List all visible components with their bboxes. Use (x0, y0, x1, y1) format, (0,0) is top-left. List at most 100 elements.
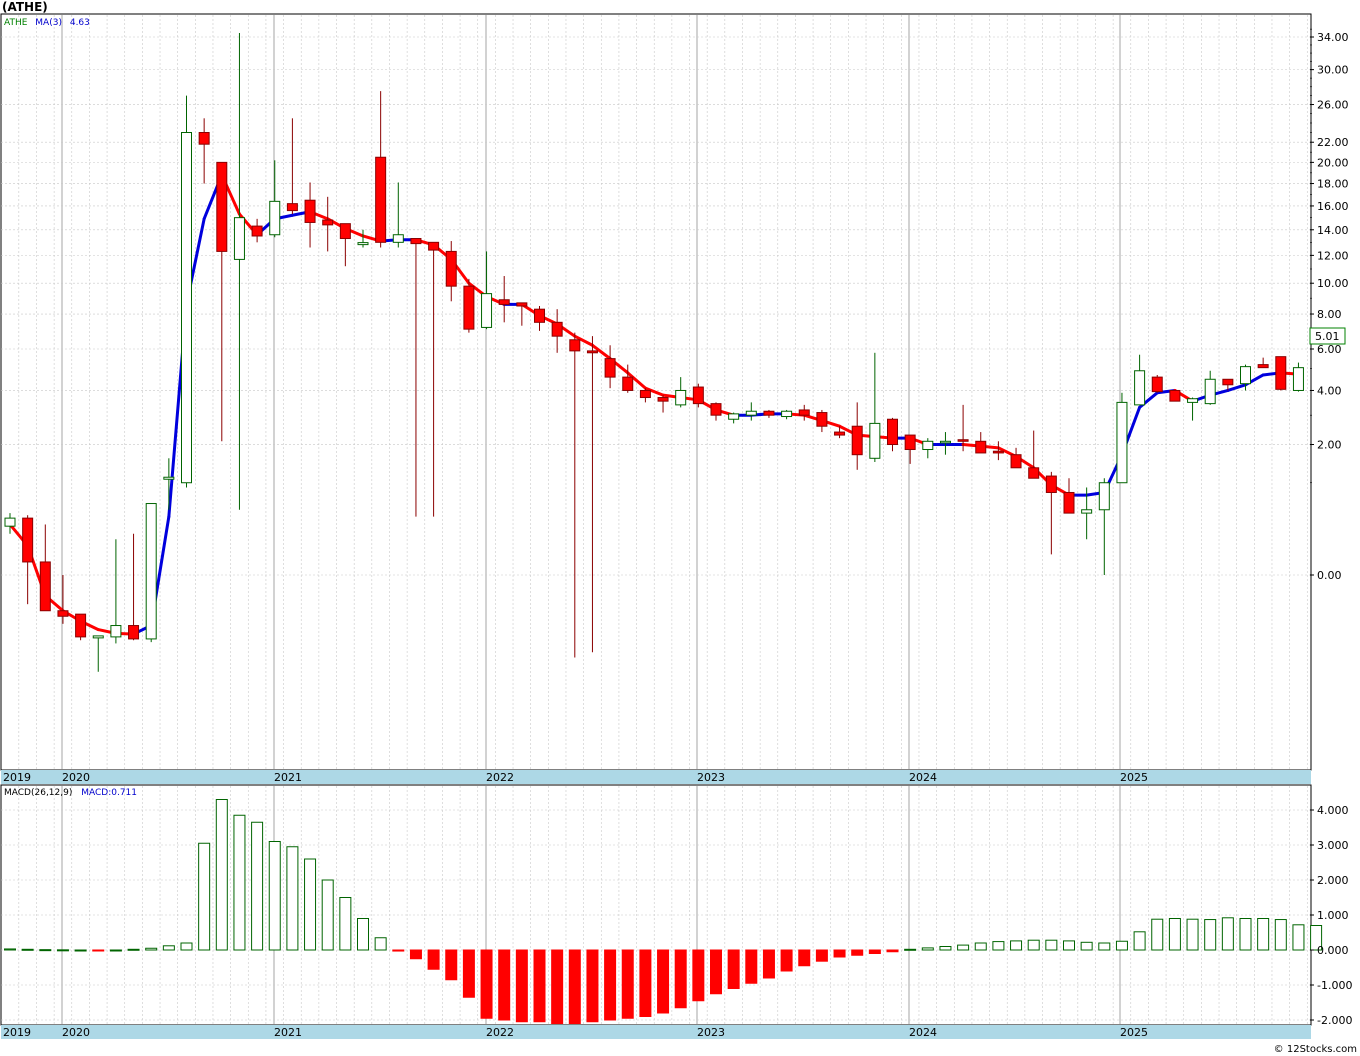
macd-bar (39, 949, 52, 952)
candle-body (816, 412, 828, 427)
macd-bar (427, 949, 440, 970)
candle-body (728, 413, 740, 420)
macd-bar (1010, 940, 1023, 951)
x-tick-label: 2023 (697, 1026, 725, 1039)
macd-bar (1221, 917, 1234, 951)
macd-bar (1186, 918, 1199, 951)
candle-body (763, 410, 775, 416)
candle-body (198, 132, 210, 145)
macd-bar (462, 949, 475, 998)
macd-bar (127, 948, 140, 951)
macd-legend-value: MACD:0.711 (81, 788, 137, 798)
x-tick-label: 2019 (3, 1026, 31, 1039)
candle-body (392, 234, 404, 243)
macd-bar (533, 949, 546, 1023)
macd-bar (109, 949, 122, 952)
x-tick-label: 2019 (3, 771, 31, 784)
macd-bar (1045, 939, 1058, 951)
macd-legend-label: MACD(26,12,9) (4, 788, 72, 798)
candle-body (975, 440, 987, 454)
candle-body (216, 161, 228, 252)
macd-tick-label: 3.000 (1317, 839, 1349, 852)
candle (1116, 392, 1128, 484)
candle-body (145, 503, 157, 640)
y-tick-label: 26.00 (1317, 99, 1349, 112)
macd-bar (727, 949, 740, 989)
macd-bar (286, 846, 299, 951)
candle-body (1257, 364, 1269, 369)
candle-body (692, 386, 704, 405)
y-tick-label: 0.00 (1317, 569, 1342, 582)
macd-bar (780, 949, 793, 972)
candle (75, 613, 87, 641)
candle (1151, 374, 1163, 393)
macd-bar (268, 841, 281, 951)
candle-body (463, 285, 475, 330)
macd-bar (833, 949, 846, 958)
candle-body (992, 450, 1004, 454)
macd-bar (251, 821, 264, 951)
candle-body (1222, 378, 1234, 386)
macd-y-axis: 4.000 3.000 2.000 1.000 0.000 -1.000 -2.000 (1310, 804, 1352, 1027)
macd-tick-label: 0.000 (1317, 944, 1349, 957)
candle-body (428, 241, 440, 251)
candle-body (163, 476, 175, 480)
macd-bar (409, 949, 422, 960)
macd-bar (374, 937, 387, 951)
chart-title: (ATHE) (2, 0, 48, 14)
candle-body (957, 439, 969, 442)
macd-bar (886, 949, 899, 953)
macd-tick-label: -2.000 (1317, 1014, 1352, 1027)
candle (181, 95, 192, 488)
candle-body (375, 156, 387, 243)
candle-body (1116, 401, 1128, 484)
candle-body (1240, 366, 1251, 385)
y-tick-label: 20.00 (1317, 156, 1349, 169)
candle-body (1081, 509, 1093, 514)
macd-date-axis (1, 1025, 1311, 1039)
macd-bar (939, 946, 952, 951)
candle-body (922, 440, 934, 451)
candle-body (181, 132, 192, 484)
macd-bar (162, 945, 175, 951)
candle-body (322, 219, 334, 226)
copyright-text: © 12Stocks.com (1274, 1044, 1357, 1055)
candle-body (781, 410, 793, 418)
macd-bar (480, 949, 493, 1019)
macd-bar (515, 949, 528, 1023)
x-tick-label: 2024 (909, 771, 937, 784)
macd-bar (992, 941, 1005, 951)
macd-tick-label: 4.000 (1317, 804, 1349, 817)
y-tick-label: 8.00 (1317, 308, 1342, 321)
candle (1169, 389, 1181, 402)
macd-bar (710, 949, 722, 995)
macd-bar (1027, 939, 1040, 951)
y-tick-label: 30.00 (1317, 64, 1349, 77)
candle-body (57, 610, 69, 617)
macd-bar (4, 948, 16, 951)
y-tick-label: 6.00 (1317, 343, 1342, 356)
macd-bar (56, 949, 69, 952)
candle-body (498, 299, 510, 305)
candle-body (357, 242, 369, 246)
candle-body (1134, 370, 1146, 406)
svg-text:MACD(26,12,9) MACD:0.711: MACD(26,12,9) MACD:0.711 (4, 788, 137, 798)
macd-bar (904, 948, 917, 951)
candle-body (269, 200, 281, 236)
candle-body (904, 434, 916, 451)
macd-bar (868, 949, 881, 954)
macd-bar (1063, 940, 1075, 951)
macd-bar (1098, 942, 1111, 951)
macd-tick-label: 1.000 (1317, 909, 1349, 922)
y-tick-label: 10.00 (1317, 277, 1349, 290)
candle-body (516, 302, 528, 307)
macd-bar (586, 949, 599, 1023)
macd-bar (1257, 918, 1270, 951)
candle (463, 278, 475, 333)
macd-bar (445, 949, 458, 981)
candle-body (604, 358, 616, 378)
candle-body (586, 350, 598, 354)
stock-chart: (ATHE) ATHE MA(3) 4.63 34.00 30.00 26.00 22… (0, 0, 1357, 1055)
candle-body (1063, 491, 1075, 514)
price-date-axis (1, 770, 1311, 784)
